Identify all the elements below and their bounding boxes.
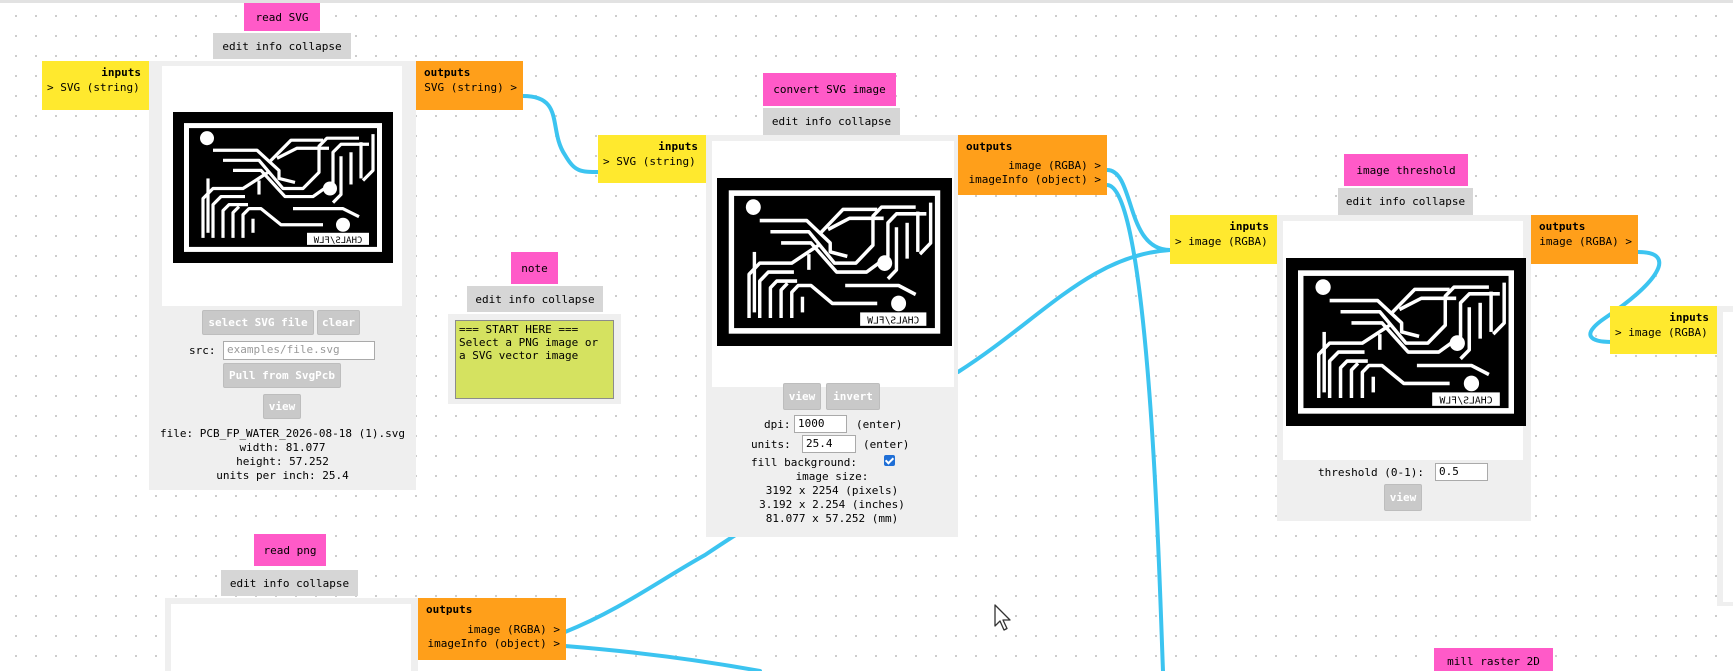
threshold-input[interactable]: 0.5 xyxy=(1435,463,1488,481)
wire-png-to-threshold xyxy=(956,248,1172,374)
read-png-panel xyxy=(165,598,418,671)
clear-button[interactable]: clear xyxy=(317,310,360,335)
fill-background-label: fill background: xyxy=(751,456,857,469)
threshold-inputs: inputs > image (RGBA) xyxy=(1170,215,1277,264)
units-enter-hint: (enter) xyxy=(863,438,910,451)
view-button[interactable]: view xyxy=(783,383,821,410)
next-node-inputs: inputs > image (RGBA) xyxy=(1610,306,1717,354)
size-mm-text: 81.077 x 57.252 (mm) xyxy=(765,512,899,525)
read-svg-panel: select SVG file clear src: examples/file… xyxy=(149,61,416,490)
read-png-outputs: outputs image (RGBA) > imageInfo (object… xyxy=(418,598,566,660)
fill-background-checkbox[interactable] xyxy=(884,455,895,466)
read-svg-title[interactable]: read SVG xyxy=(244,3,320,31)
output-image-rgba[interactable]: image (RGBA) > xyxy=(418,616,566,636)
output-imageinfo-object[interactable]: imageInfo (object) > xyxy=(418,636,566,650)
input-image-rgba[interactable]: > image (RGBA) xyxy=(1610,324,1717,339)
wire-svg-string xyxy=(521,94,602,174)
threshold-outputs: outputs image (RGBA) > xyxy=(1531,215,1638,264)
input-image-rgba[interactable]: > image (RGBA) xyxy=(1170,233,1277,248)
outputs-heading: outputs xyxy=(1539,220,1586,233)
image-size-label: image size: xyxy=(795,470,869,483)
input-svg-string[interactable]: > SVG (string) xyxy=(42,79,149,94)
read-svg-edit-info-collapse[interactable]: edit info collapse xyxy=(213,33,351,59)
pcb-raster-image xyxy=(717,178,952,346)
convert-svg-title[interactable]: convert SVG image xyxy=(763,73,896,106)
read-svg-inputs: inputs > SVG (string) xyxy=(42,61,149,110)
size-pixels-text: 3192 x 2254 (pixels) xyxy=(765,484,899,497)
view-button[interactable]: view xyxy=(263,394,301,419)
src-input[interactable]: examples/file.svg xyxy=(223,341,375,360)
width-text: width: 81.077 xyxy=(239,441,326,454)
convert-svg-edit-info-collapse[interactable]: edit info collapse xyxy=(763,108,900,135)
invert-button[interactable]: invert xyxy=(826,383,880,410)
read-png-title[interactable]: read png xyxy=(254,534,326,566)
convert-svg-outputs: outputs image (RGBA) > imageInfo (object… xyxy=(958,135,1107,195)
dpi-label: dpi: xyxy=(764,418,791,431)
dpi-enter-hint: (enter) xyxy=(856,418,903,431)
units-per-inch-text: units per inch: 25.4 xyxy=(216,469,349,482)
read-svg-preview xyxy=(162,66,402,306)
threshold-panel: threshold (0-1): 0.5 view xyxy=(1277,215,1531,521)
note-edit-info-collapse[interactable]: edit info collapse xyxy=(467,286,603,312)
convert-svg-preview xyxy=(712,141,954,387)
threshold-preview xyxy=(1283,221,1523,460)
mill-raster-2d-title[interactable]: mill raster 2D xyxy=(1434,648,1553,671)
read-png-preview xyxy=(171,604,411,671)
inputs-heading: inputs xyxy=(658,140,698,153)
note-title[interactable]: note xyxy=(511,252,558,284)
inputs-heading: inputs xyxy=(101,66,141,79)
size-inches-text: 3.192 x 2.254 (inches) xyxy=(759,498,905,511)
mouse-cursor-icon xyxy=(994,604,1011,631)
outputs-heading: outputs xyxy=(424,66,471,79)
pull-from-svgpcb-button[interactable]: Pull from SvgPcb xyxy=(223,363,341,388)
units-input[interactable]: 25.4 xyxy=(802,435,856,453)
dpi-input[interactable]: 1000 xyxy=(794,415,847,433)
output-image-rgba[interactable]: image (RGBA) > xyxy=(958,153,1107,172)
units-label: units: xyxy=(751,438,791,451)
output-imageinfo-object[interactable]: imageInfo (object) > xyxy=(958,172,1107,186)
input-svg-string[interactable]: > SVG (string) xyxy=(598,153,706,168)
wire-png-lower xyxy=(563,644,762,671)
select-svg-file-button[interactable]: select SVG file xyxy=(202,310,314,335)
src-label: src: xyxy=(189,344,216,357)
read-svg-outputs: outputs SVG (string) > xyxy=(416,61,523,110)
convert-svg-panel: view invert dpi: 1000 (enter) units: 25.… xyxy=(706,135,958,537)
output-svg-string[interactable]: SVG (string) > xyxy=(416,79,523,94)
note-panel: === START HERE === Select a PNG image or… xyxy=(448,314,621,404)
read-png-edit-info-collapse[interactable]: edit info collapse xyxy=(221,570,358,596)
next-node-panel xyxy=(1717,306,1733,606)
note-textarea[interactable]: === START HERE === Select a PNG image or… xyxy=(455,320,614,399)
threshold-label: threshold (0-1): xyxy=(1318,466,1424,479)
inputs-heading: inputs xyxy=(1669,311,1709,324)
threshold-edit-info-collapse[interactable]: edit info collapse xyxy=(1338,188,1473,215)
height-text: height: 57.252 xyxy=(236,455,329,468)
convert-svg-inputs: inputs > SVG (string) xyxy=(598,135,706,183)
output-image-rgba[interactable]: image (RGBA) > xyxy=(1531,233,1638,248)
wire-convert-image xyxy=(1105,168,1172,252)
inputs-heading: inputs xyxy=(1229,220,1269,233)
view-button[interactable]: view xyxy=(1384,484,1422,511)
outputs-heading: outputs xyxy=(966,140,1013,153)
pcb-preview-image xyxy=(173,112,393,263)
file-name-text: file: PCB_FP_WATER_2026-08-18 (1).svg xyxy=(159,427,406,440)
outputs-heading: outputs xyxy=(426,603,473,616)
pcb-threshold-image xyxy=(1286,258,1526,426)
wire-imageinfo-down xyxy=(1105,183,1165,671)
image-threshold-title[interactable]: image threshold xyxy=(1344,154,1468,186)
